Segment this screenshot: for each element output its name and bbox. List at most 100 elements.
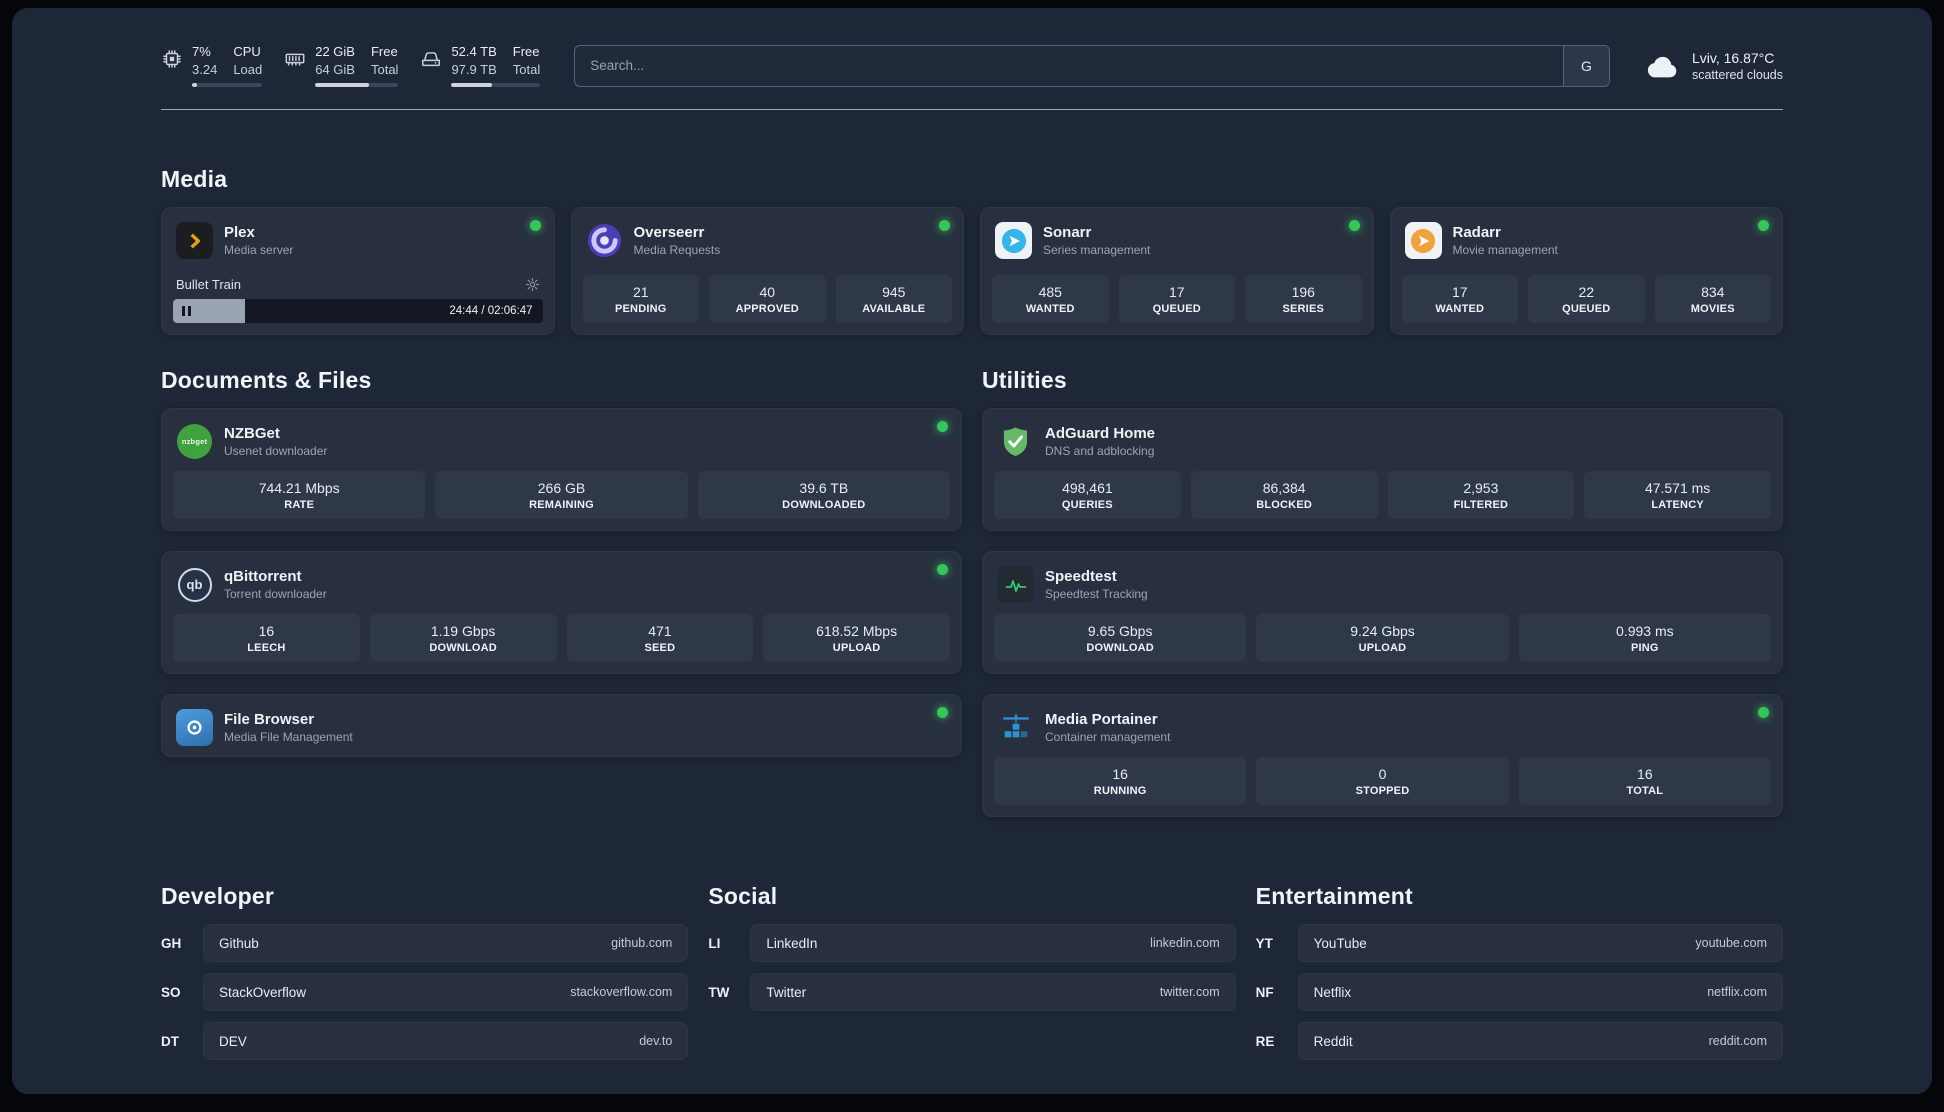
social-section: Social LI LinkedIn linkedin.com TW Twitt… [708,883,1236,1022]
dev-code-icon: DT [161,1033,179,1049]
stats-row: 498,461 QUERIES 86,384 BLOCKED 2,953 FIL… [994,471,1771,520]
app-card-nzbget[interactable]: nzbget NZBGet Usenet downloader 744.21 M… [161,408,962,532]
bookmark-name: DEV [219,1033,247,1049]
app-card-plex[interactable]: Plex Media server Bullet Train 24:44 / 0… [161,207,555,336]
cpu-metric: 7% 3.24 CPU Load [161,44,263,88]
now-playing-title: Bullet Train [176,277,242,293]
stat-tile: 86,384 BLOCKED [1190,471,1378,520]
stat-value: 16 [1112,766,1128,783]
gear-icon[interactable] [525,277,540,292]
stat-value: 1.19 Gbps [430,623,496,640]
app-subtitle: Media Requests [633,243,721,258]
app-name: qBittorrent [224,568,302,586]
bookmark-name: Reddit [1313,1033,1353,1049]
app-subtitle: DNS and adblocking [1045,444,1155,459]
stats-row: 21 PENDING 40 APPROVED 945 AVAILABLE [582,275,952,324]
bookmark-link-linkedin[interactable]: LinkedIn linkedin.com [750,924,1236,963]
ram-metric: 22 GiB 64 GiB Free Total [284,44,399,88]
top-bar: 7% 3.24 CPU Load 22 GiB 64 GiB Free Tota… [161,44,1783,88]
status-dot [939,220,950,232]
stat-value: 498,461 [1062,480,1113,497]
bookmark-row-netflix: NF Netflix netflix.com [1256,973,1783,1012]
bookmark-row-stackoverflow: SO StackOverflow stackoverflow.com [161,973,689,1012]
bookmark-link-youtube[interactable]: YouTube youtube.com [1297,924,1783,963]
stat-label: REMAINING [529,499,594,512]
bookmark-row-twitter: TW Twitter twitter.com [708,973,1236,1012]
section-title-utilities: Utilities [982,367,1067,394]
section-title-developer: Developer [161,883,275,910]
weather-condition: scattered clouds [1691,67,1783,82]
bookmark-url: stackoverflow.com [570,985,673,1000]
stat-value: 471 [648,623,672,640]
pause-icon[interactable] [182,306,191,317]
section-title-media: Media [161,166,228,193]
app-card-radarr[interactable]: Radarr Movie management 17 WANTED 22 QUE… [1389,207,1783,336]
stat-value: 16 [1637,766,1653,783]
stat-label: DOWNLOAD [429,642,497,655]
bookmark-name: Twitter [766,984,807,1000]
bookmark-row-youtube: YT YouTube youtube.com [1256,924,1783,963]
stats-row: 9.65 Gbps DOWNLOAD 9.24 Gbps UPLOAD 0.99… [994,614,1771,663]
bookmark-name: Netflix [1313,984,1352,1000]
stat-value: 40 [759,284,776,301]
stat-tile: 16 TOTAL [1518,757,1771,806]
cpu-progress-bar [192,83,263,88]
app-subtitle: Movie management [1452,243,1558,258]
stat-tile: 22 QUEUED [1528,275,1645,324]
portainer-icon [997,709,1034,746]
entertainment-section: Entertainment YT YouTube youtube.com NF … [1256,883,1783,1071]
stat-label: SEED [644,642,676,655]
bookmark-link-netflix[interactable]: Netflix netflix.com [1297,973,1783,1012]
ram-total-value: 64 GiB [315,61,355,77]
search-input[interactable] [575,45,1563,86]
playback-time: 24:44 / 02:06:47 [449,305,533,318]
stat-label: RATE [284,499,315,512]
stat-label: RUNNING [1093,785,1147,798]
bookmark-url: linkedin.com [1150,936,1220,951]
stat-value: 945 [882,284,906,301]
weather-location: Lviv, 16.87°C [1691,49,1775,66]
bookmark-link-github[interactable]: Github github.com [203,924,689,963]
metric-labels: CPU Load [233,44,262,77]
bookmark-link-twitter[interactable]: Twitter twitter.com [750,973,1236,1012]
stat-tile: 16 RUNNING [994,757,1247,806]
app-card-portainer[interactable]: Media Portainer Container management 16 … [982,694,1783,818]
bookmark-link-dev[interactable]: DEV dev.to [203,1022,689,1061]
section-title-documents: Documents & Files [161,367,372,394]
stat-tile: 945 AVAILABLE [835,275,952,324]
stat-tile: 744.21 Mbps RATE [173,471,426,520]
metric-labels: Free Total [513,44,540,77]
bookmark-link-stackoverflow[interactable]: StackOverflow stackoverflow.com [203,973,689,1012]
app-card-speedtest[interactable]: Speedtest Speedtest Tracking 9.65 Gbps D… [982,551,1783,675]
status-dot [937,421,948,433]
playback-progress-bar[interactable]: 24:44 / 02:06:47 [173,299,543,324]
app-name: AdGuard Home [1045,425,1156,443]
disk-free-label: Free [512,44,540,59]
card-header: File Browser Media File Management [173,706,950,752]
section-title-social: Social [708,883,778,910]
cpu-chip-icon [161,48,183,70]
bookmark-link-reddit[interactable]: Reddit reddit.com [1297,1022,1783,1061]
stat-tile: 17 WANTED [1401,275,1518,324]
app-subtitle: Media File Management [224,730,353,745]
stat-label: QUEUED [1562,303,1611,316]
app-card-qbittorrent[interactable]: qb qBittorrent Torrent downloader 16 LEE… [161,551,962,675]
app-subtitle: Speedtest Tracking [1045,587,1148,602]
app-card-overseerr[interactable]: Overseerr Media Requests 21 PENDING 40 A… [570,207,964,336]
stat-label: STOPPED [1355,785,1410,798]
app-card-filebrowser[interactable]: File Browser Media File Management [161,694,962,758]
search-provider-button[interactable]: G [1562,45,1609,86]
app-card-sonarr[interactable]: Sonarr Series management 485 WANTED 17 Q… [980,207,1374,336]
bookmark-name: StackOverflow [219,984,307,1000]
stat-label: AVAILABLE [862,303,926,316]
bookmark-url: twitter.com [1159,985,1220,1000]
stat-label: PING [1630,642,1659,655]
disk-metric: 52.4 TB 97.9 TB Free Total [420,44,541,88]
status-dot [1348,220,1360,232]
stat-tile: 16 LEECH [173,614,360,663]
app-card-adguard[interactable]: AdGuard Home DNS and adblocking 498,461 … [982,408,1783,532]
stat-value: 744.21 Mbps [258,480,340,497]
stat-tile: 2,953 FILTERED [1387,471,1575,520]
cpu-load-value: 3.24 [192,61,218,77]
metric-labels: Free Total [371,44,398,77]
